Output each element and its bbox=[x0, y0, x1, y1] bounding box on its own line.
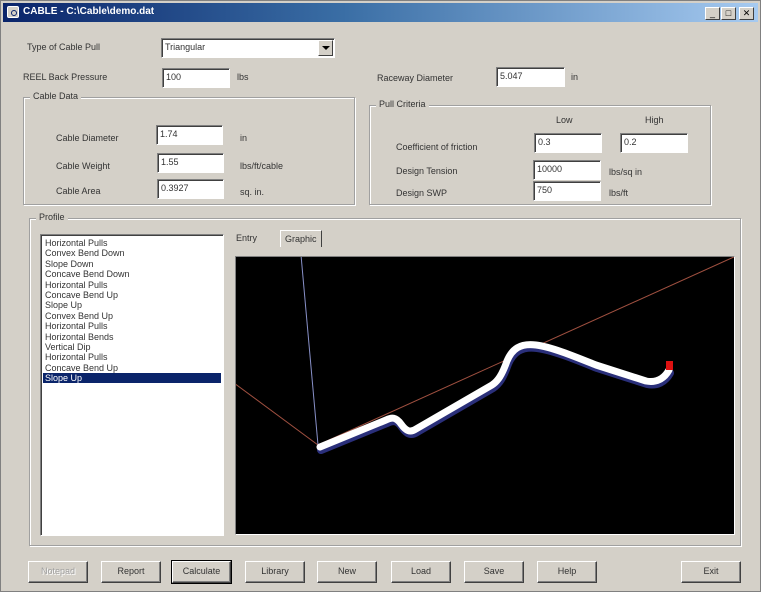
tab-graphic[interactable]: Graphic bbox=[280, 230, 322, 247]
cable-path-3d-plot bbox=[233, 254, 737, 454]
cable-area-label: Cable Area bbox=[56, 186, 101, 196]
friction-low-input[interactable]: 0.3 bbox=[534, 133, 602, 153]
profile-list-item[interactable]: Concave Bend Down bbox=[43, 269, 221, 279]
maximize-button[interactable]: □ bbox=[721, 7, 736, 20]
app-icon[interactable] bbox=[7, 6, 19, 18]
design-tension-label: Design Tension bbox=[396, 166, 458, 176]
profile-list-item[interactable]: Horizontal Pulls bbox=[43, 238, 221, 248]
minimize-button[interactable]: _ bbox=[705, 7, 720, 20]
profile-list-item[interactable]: Slope Down bbox=[43, 259, 221, 269]
exit-button[interactable]: Exit bbox=[681, 561, 741, 583]
design-tension-unit: lbs/sq in bbox=[609, 167, 643, 177]
cable-diameter-unit: in bbox=[240, 133, 248, 143]
profile-list-item[interactable]: Slope Up bbox=[43, 373, 221, 384]
reel-unit: lbs bbox=[237, 72, 249, 82]
design-tension-input[interactable]: 10000 bbox=[533, 160, 601, 180]
pull-type-label: Type of Cable Pull bbox=[27, 42, 101, 52]
chevron-down-icon[interactable] bbox=[318, 40, 333, 56]
pull-type-value: Triangular bbox=[165, 42, 206, 52]
cable-end-marker bbox=[666, 361, 673, 370]
profile-list-item[interactable]: Horizontal Pulls bbox=[43, 280, 221, 290]
design-swp-unit: lbs/ft bbox=[609, 188, 629, 198]
pull-type-select[interactable]: Triangular bbox=[161, 38, 335, 58]
notepad-button[interactable]: Notepad bbox=[28, 561, 88, 583]
raceway-diameter-input[interactable]: 5.047 bbox=[496, 67, 565, 87]
profile-listbox[interactable]: Horizontal Pulls Convex Bend Down Slope Do… bbox=[40, 234, 224, 536]
design-swp-input[interactable]: 750 bbox=[533, 181, 601, 201]
profile-graphic-view[interactable] bbox=[233, 254, 737, 535]
profile-list-item[interactable]: Horizontal Pulls bbox=[43, 321, 221, 331]
cable-area-unit: sq. in. bbox=[240, 187, 265, 197]
cable-diameter-label: Cable Diameter bbox=[56, 133, 119, 143]
profile-list-item[interactable]: Horizontal Pulls bbox=[43, 352, 221, 362]
new-button[interactable]: New bbox=[317, 561, 377, 583]
profile-list-item[interactable]: Convex Bend Up bbox=[43, 311, 221, 321]
library-button[interactable]: Library bbox=[245, 561, 305, 583]
raceway-diameter-label: Raceway Diameter bbox=[377, 73, 454, 83]
app-window: CABLE - C:\Cable\demo.dat _ □ ✕ Type of … bbox=[0, 0, 761, 592]
load-button[interactable]: Load bbox=[391, 561, 451, 583]
profile-list-item[interactable]: Concave Bend Up bbox=[43, 290, 221, 300]
cable-weight-input[interactable]: 1.55 bbox=[157, 153, 224, 173]
reel-back-pressure-input[interactable]: 100 bbox=[162, 68, 230, 88]
cable-data-title: Cable Data bbox=[30, 91, 82, 101]
report-button[interactable]: Report bbox=[101, 561, 161, 583]
low-column-header: Low bbox=[556, 115, 573, 125]
profile-list-item[interactable]: Slope Up bbox=[43, 300, 221, 310]
pull-criteria-title: Pull Criteria bbox=[376, 99, 429, 109]
cable-weight-unit: lbs/ft/cable bbox=[240, 161, 284, 171]
cable-area-input[interactable]: 0.3927 bbox=[157, 179, 224, 199]
tab-entry[interactable]: Entry bbox=[232, 230, 261, 247]
help-button[interactable]: Help bbox=[537, 561, 597, 583]
save-button[interactable]: Save bbox=[464, 561, 524, 583]
cable-weight-label: Cable Weight bbox=[56, 161, 110, 171]
friction-high-input[interactable]: 0.2 bbox=[620, 133, 688, 153]
window-title: CABLE - C:\Cable\demo.dat bbox=[23, 6, 155, 17]
raceway-unit: in bbox=[571, 72, 579, 82]
cable-data-group: Cable Data Cable Diameter 1.74 in Cable … bbox=[23, 91, 355, 205]
profile-list-item[interactable]: Concave Bend Up bbox=[43, 363, 221, 373]
calculate-button[interactable]: Calculate bbox=[171, 560, 232, 584]
profile-title: Profile bbox=[36, 212, 68, 222]
left-axis-line bbox=[233, 382, 319, 446]
close-button[interactable]: ✕ bbox=[739, 7, 754, 20]
vertical-axis-line bbox=[300, 254, 319, 446]
profile-list-item[interactable]: Convex Bend Down bbox=[43, 248, 221, 258]
title-bar[interactable]: CABLE - C:\Cable\demo.dat _ □ ✕ bbox=[3, 3, 758, 22]
reel-back-pressure-label: REEL Back Pressure bbox=[23, 72, 108, 82]
cable-diameter-input[interactable]: 1.74 bbox=[156, 125, 223, 145]
profile-list-item[interactable]: Horizontal Bends bbox=[43, 332, 221, 342]
cable-shadow bbox=[317, 343, 674, 454]
design-swp-label: Design SWP bbox=[396, 188, 448, 198]
profile-list-item[interactable]: Vertical Dip bbox=[43, 342, 221, 352]
friction-label: Coefficient of friction bbox=[396, 142, 478, 152]
high-column-header: High bbox=[645, 115, 664, 125]
pull-criteria-group: Pull Criteria Low High Coefficient of fr… bbox=[369, 99, 711, 205]
